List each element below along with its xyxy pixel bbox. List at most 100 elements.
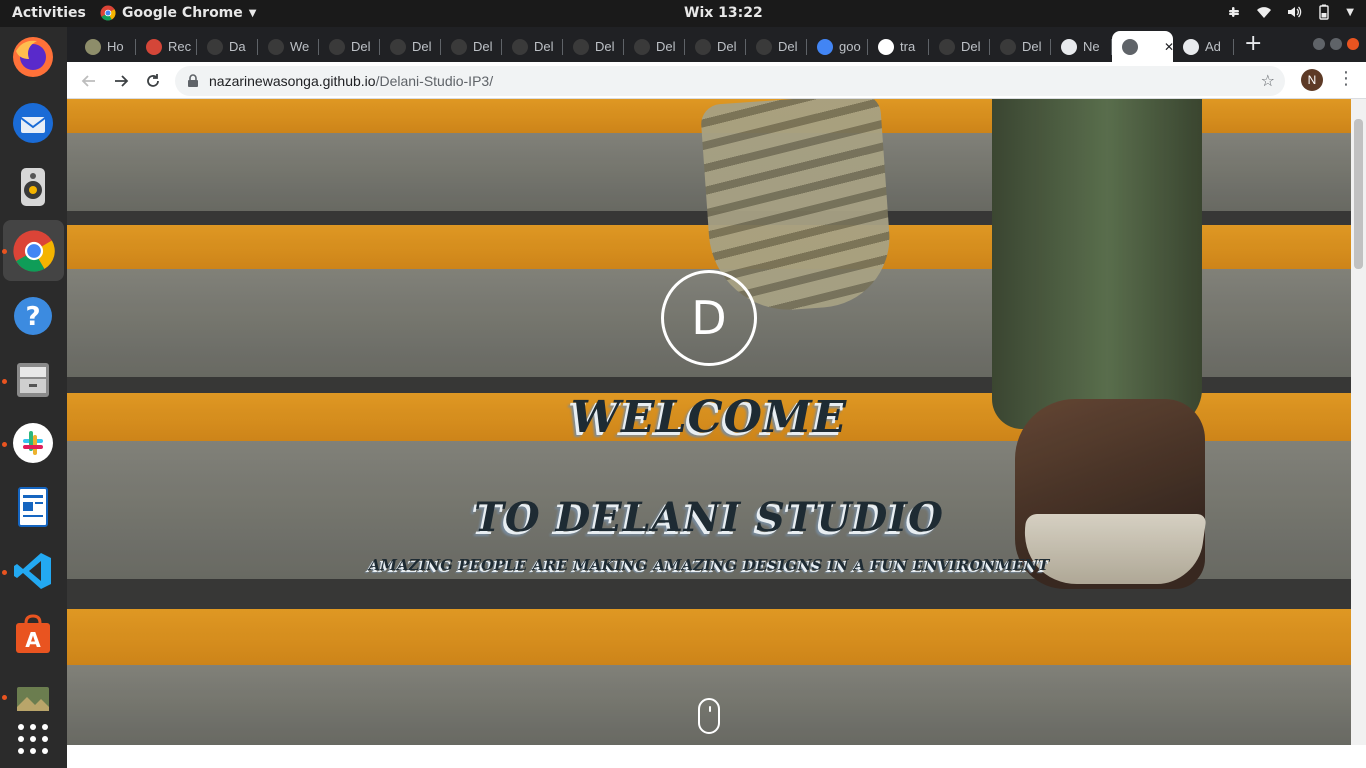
- desktop: Activities Google Chrome ▼ Wix 13:22 ▼ ?…: [0, 0, 1366, 768]
- battery-icon[interactable]: [1316, 4, 1332, 20]
- tab[interactable]: Del: [502, 31, 563, 62]
- tab-label: Del: [412, 39, 432, 54]
- tab-favicon-icon: [329, 38, 345, 55]
- tab-favicon-icon: [207, 38, 223, 55]
- tab-favicon-icon: [756, 38, 772, 55]
- tab[interactable]: Del: [441, 31, 502, 62]
- tab-strip: Ho Rec Da We Del Del Del Del Del Del Del Del goo tra D…: [67, 27, 1366, 62]
- maximize-button[interactable]: [1330, 38, 1342, 50]
- tab[interactable]: Del: [563, 31, 624, 62]
- help-icon[interactable]: ?: [9, 292, 57, 340]
- new-tab-button[interactable]: +: [1244, 33, 1262, 55]
- tab-label: tra: [900, 39, 916, 54]
- rhythmbox-icon[interactable]: [9, 163, 57, 211]
- tab[interactable]: Del: [929, 31, 990, 62]
- tab-favicon-icon: [268, 38, 284, 55]
- activities-button[interactable]: Activities: [12, 5, 86, 21]
- tab-favicon-icon: [146, 38, 162, 55]
- tab[interactable]: Ho: [75, 31, 136, 62]
- delani-logo[interactable]: D: [661, 270, 757, 366]
- page-viewport: D WELCOME TO DELANI STUDIO AMAZING PEOPL…: [67, 99, 1351, 745]
- tab-label: goo: [839, 39, 861, 54]
- tab-favicon-icon: [817, 38, 833, 55]
- address-bar[interactable]: nazarinewasonga.github.io/Delani-Studio-…: [175, 66, 1285, 96]
- tab-active[interactable]: ✕: [1112, 31, 1173, 62]
- studio-heading: TO DELANI STUDIO: [474, 494, 944, 541]
- tab[interactable]: Da: [197, 31, 258, 62]
- clock[interactable]: Wix 13:22: [684, 5, 763, 21]
- reload-button[interactable]: [141, 69, 165, 93]
- app-grid-icon[interactable]: [9, 715, 57, 763]
- minimize-button[interactable]: [1313, 38, 1325, 50]
- page-scrollbar[interactable]: [1351, 99, 1366, 745]
- tab-favicon-icon: [451, 38, 467, 55]
- tab[interactable]: tra: [868, 31, 929, 62]
- scroll-down-mouse-icon[interactable]: [698, 698, 720, 734]
- tab-favicon-icon: [1183, 38, 1199, 55]
- scrollbar-thumb[interactable]: [1354, 119, 1363, 269]
- tab-separator: [1233, 39, 1234, 55]
- menu-kebab-icon[interactable]: ⋮: [1337, 68, 1355, 89]
- back-button[interactable]: [77, 69, 101, 93]
- wifi-icon[interactable]: [1256, 4, 1272, 20]
- app-menu[interactable]: Google Chrome ▼: [100, 5, 256, 21]
- chevron-down-icon: ▼: [248, 7, 257, 19]
- chrome-icon: [100, 5, 116, 21]
- tab-label: Del: [1022, 39, 1042, 54]
- tab[interactable]: Del: [624, 31, 685, 62]
- mouse-wheel: [709, 706, 711, 712]
- software-icon[interactable]: A: [9, 611, 57, 659]
- browser-window: Ho Rec Da We Del Del Del Del Del Del Del Del goo tra D…: [67, 27, 1366, 768]
- files-icon[interactable]: [9, 355, 57, 403]
- tab[interactable]: Del: [380, 31, 441, 62]
- chrome-icon[interactable]: [3, 220, 64, 281]
- slack-icon[interactable]: [9, 419, 57, 467]
- tab-label: Ne: [1083, 39, 1100, 54]
- welcome-heading: WELCOME: [570, 392, 848, 443]
- tab-favicon-icon: [390, 38, 406, 55]
- tab-label: Del: [961, 39, 981, 54]
- tab-favicon-icon: [878, 38, 894, 55]
- running-indicator: [2, 249, 7, 254]
- tab[interactable]: Ne: [1051, 31, 1112, 62]
- url-text[interactable]: nazarinewasonga.github.io/Delani-Studio-…: [209, 73, 493, 89]
- tab[interactable]: Rec: [136, 31, 197, 62]
- tab-label: Da: [229, 39, 246, 54]
- tab-label: Del: [595, 39, 615, 54]
- slack-tray-icon[interactable]: [1226, 4, 1242, 20]
- tab-close-icon[interactable]: ✕: [1164, 40, 1173, 54]
- running-indicator: [2, 570, 7, 575]
- forward-button[interactable]: [109, 69, 133, 93]
- browser-toolbar: nazarinewasonga.github.io/Delani-Studio-…: [67, 62, 1366, 99]
- tab[interactable]: Ad: [1173, 31, 1234, 62]
- close-window-button[interactable]: [1347, 38, 1359, 50]
- chevron-down-icon[interactable]: ▼: [1346, 7, 1354, 18]
- lock-icon[interactable]: [187, 74, 199, 88]
- dock: ? A: [0, 27, 67, 768]
- reload-icon: [147, 74, 159, 87]
- url-host: nazarinewasonga.github.io: [209, 73, 376, 89]
- tab[interactable]: We: [258, 31, 319, 62]
- vscode-icon[interactable]: [9, 547, 57, 595]
- tab[interactable]: Del: [990, 31, 1051, 62]
- tab[interactable]: Del: [685, 31, 746, 62]
- writer-icon[interactable]: [9, 483, 57, 531]
- volume-icon[interactable]: [1286, 4, 1302, 20]
- logo-letter: D: [691, 291, 727, 345]
- system-top-bar: Activities Google Chrome ▼ Wix 13:22 ▼: [0, 0, 1366, 27]
- tagline-text: AMAZING PEOPLE ARE MAKING AMAZING DESIGN…: [368, 556, 1050, 574]
- tab[interactable]: Del: [319, 31, 380, 62]
- tab-favicon-icon: [1000, 38, 1016, 55]
- bookmark-star-icon[interactable]: ☆: [1261, 71, 1275, 90]
- profile-avatar[interactable]: N: [1301, 69, 1323, 91]
- system-tray[interactable]: ▼: [1226, 4, 1354, 20]
- tab[interactable]: goo: [807, 31, 868, 62]
- tab-label: Del: [351, 39, 371, 54]
- tab-label: Del: [656, 39, 676, 54]
- tab-label: Del: [473, 39, 493, 54]
- url-path: /Delani-Studio-IP3/: [375, 73, 494, 89]
- firefox-icon[interactable]: [9, 33, 57, 81]
- tab[interactable]: Del: [746, 31, 807, 62]
- tab-label: Del: [717, 39, 737, 54]
- thunderbird-icon[interactable]: [9, 99, 57, 147]
